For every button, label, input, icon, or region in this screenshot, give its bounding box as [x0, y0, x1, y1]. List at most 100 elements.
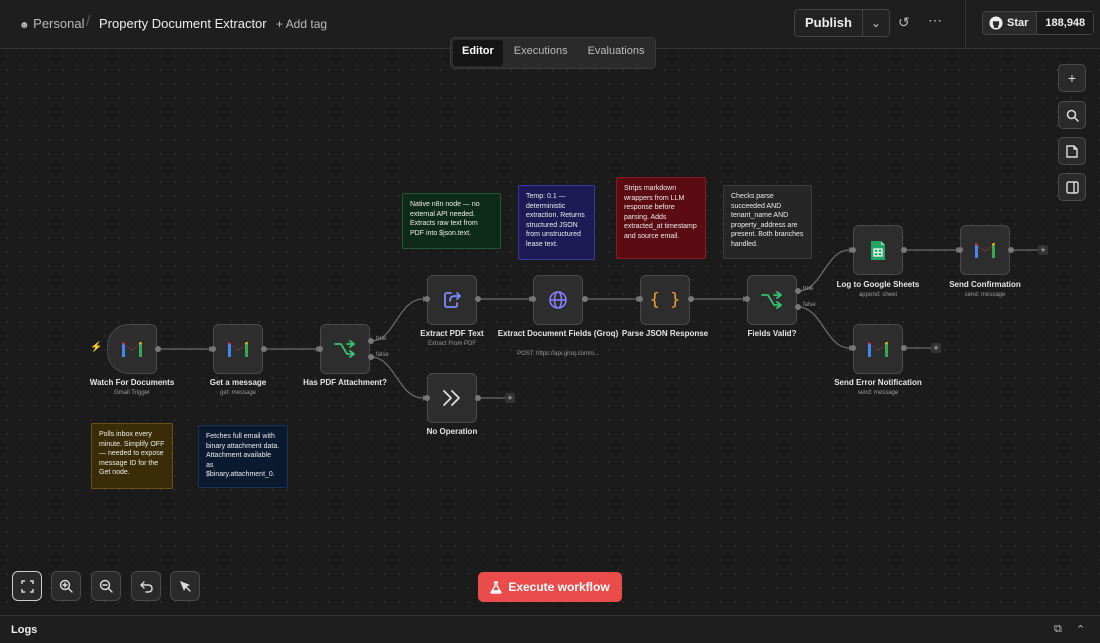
node-subtitle: Extract From PDF	[427, 341, 476, 347]
node-title: Has PDF Attachment?	[303, 378, 387, 387]
node-watch-for-documents[interactable]	[107, 324, 157, 374]
tab-executions[interactable]: Executions	[505, 40, 577, 66]
node-extract-pdf-text[interactable]	[427, 275, 477, 325]
input-handle[interactable]	[317, 346, 323, 352]
publish-button[interactable]: Publish	[795, 10, 863, 36]
workflow-title[interactable]: Property Document Extractor	[99, 16, 267, 31]
if-branch-icon	[334, 340, 355, 358]
add-node-button[interactable]: +	[1038, 245, 1048, 255]
branch-label-false: false	[376, 352, 389, 358]
tidy-up-button[interactable]	[170, 571, 200, 601]
broom-icon	[180, 581, 191, 592]
node-subtitle: send: message	[964, 292, 1006, 298]
gmail-icon	[868, 341, 888, 357]
tab-editor[interactable]: Editor	[453, 40, 503, 66]
node-has-pdf-attachment[interactable]	[320, 324, 370, 374]
output-handle[interactable]	[475, 296, 481, 302]
add-sticky-note-button[interactable]	[1058, 137, 1086, 165]
divider	[965, 0, 966, 48]
input-handle[interactable]	[210, 346, 216, 352]
github-icon	[989, 16, 1003, 30]
breadcrumb-project[interactable]: ☻ Personal	[19, 16, 84, 31]
lightning-bolt-icon: ⚡	[90, 342, 103, 353]
zoom-out-button[interactable]	[91, 571, 121, 601]
search-icon	[1066, 109, 1079, 122]
node-send-error-notification[interactable]	[853, 324, 903, 374]
node-fields-valid[interactable]	[747, 275, 797, 325]
execute-workflow-label: Execute workflow	[508, 580, 610, 594]
tab-evaluations[interactable]: Evaluations	[579, 40, 654, 66]
logs-bar[interactable]: Logs ⧉ ⌃	[0, 615, 1100, 643]
file-export-icon	[444, 292, 461, 308]
node-subtitle: get: message	[219, 390, 257, 396]
input-handle[interactable]	[957, 247, 963, 253]
input-handle[interactable]	[637, 296, 643, 302]
sticky-note-icon	[1066, 144, 1078, 158]
connection-valid-error	[797, 306, 850, 349]
output-handle[interactable]	[901, 247, 907, 253]
view-tabs: Editor Executions Evaluations	[450, 37, 657, 69]
more-options-icon[interactable]: ⋯	[928, 12, 942, 29]
input-handle[interactable]	[530, 296, 536, 302]
double-chevron-icon	[443, 390, 460, 406]
chevron-up-icon[interactable]: ⌃	[1076, 623, 1085, 636]
sticky-note-get[interactable]: Fetches full email with binary attachmen…	[198, 425, 288, 488]
gmail-icon	[975, 242, 995, 258]
chevron-down-icon[interactable]: ⌄	[863, 10, 889, 36]
output-handle[interactable]	[475, 395, 481, 401]
undo-button[interactable]	[131, 571, 161, 601]
node-parse-json-response[interactable]: { }	[640, 275, 690, 325]
breadcrumb-separator: /	[86, 13, 91, 30]
output-handle[interactable]	[582, 296, 588, 302]
toggle-panel-button[interactable]	[1058, 173, 1086, 201]
execute-workflow-button[interactable]: Execute workflow	[478, 572, 622, 602]
output-handle[interactable]	[155, 346, 161, 352]
sticky-note-watch[interactable]: Polls inbox every minute. Simplify OFF —…	[91, 423, 173, 489]
node-title: No Operation	[426, 427, 478, 436]
github-star-group[interactable]: Star 188,948	[982, 11, 1095, 35]
github-star-label: Star	[1007, 17, 1029, 29]
node-send-confirmation[interactable]	[960, 225, 1010, 275]
gmail-icon	[228, 341, 248, 357]
input-handle[interactable]	[424, 395, 430, 401]
input-handle[interactable]	[850, 247, 856, 253]
sticky-note-valid[interactable]: Checks parse succeeded AND tenant_name A…	[723, 185, 812, 259]
add-tag-button[interactable]: + Add tag	[276, 17, 327, 31]
output-handle-false[interactable]	[368, 354, 374, 360]
node-title: Send Confirmation	[949, 280, 1021, 289]
output-handle-false[interactable]	[795, 304, 801, 310]
globe-icon	[549, 291, 567, 309]
sticky-note-parse[interactable]: Strips markdown wrappers from LLM respon…	[616, 177, 706, 259]
output-handle[interactable]	[901, 345, 907, 351]
add-node-button[interactable]: +	[505, 393, 515, 403]
node-extract-document-fields[interactable]	[533, 275, 583, 325]
output-handle[interactable]	[261, 346, 267, 352]
github-star-button[interactable]: Star	[983, 12, 1038, 34]
node-title: Fields Valid?	[747, 329, 797, 338]
output-handle[interactable]	[1008, 247, 1014, 253]
input-handle[interactable]	[424, 296, 430, 302]
sidebar-panel-icon	[1065, 180, 1079, 194]
history-icon[interactable]: ↺	[898, 14, 910, 31]
search-nodes-button[interactable]	[1058, 101, 1086, 129]
fit-view-button[interactable]	[12, 571, 42, 601]
gmail-icon	[122, 341, 142, 357]
workflow-canvas[interactable]: Native n8n node — no external API needed…	[0, 49, 1100, 615]
pop-out-icon[interactable]: ⧉	[1054, 623, 1062, 636]
logs-label: Logs	[11, 624, 38, 636]
zoom-in-button[interactable]	[51, 571, 81, 601]
input-handle[interactable]	[744, 296, 750, 302]
project-label: Personal	[33, 16, 85, 31]
node-no-operation[interactable]	[427, 373, 477, 423]
branch-label-false: false	[803, 302, 816, 308]
add-node-button[interactable]: +	[931, 343, 941, 353]
zoom-out-icon	[99, 579, 113, 593]
node-log-to-google-sheets[interactable]	[853, 225, 903, 275]
code-braces-icon: { }	[649, 290, 681, 310]
sticky-note-groq[interactable]: Temp: 0.1 — deterministic extraction. Re…	[518, 185, 595, 260]
node-get-a-message[interactable]	[213, 324, 263, 374]
output-handle[interactable]	[688, 296, 694, 302]
add-node-panel-button[interactable]: +	[1058, 64, 1086, 92]
sticky-note-pdf[interactable]: Native n8n node — no external API needed…	[402, 193, 501, 249]
input-handle[interactable]	[850, 345, 856, 351]
